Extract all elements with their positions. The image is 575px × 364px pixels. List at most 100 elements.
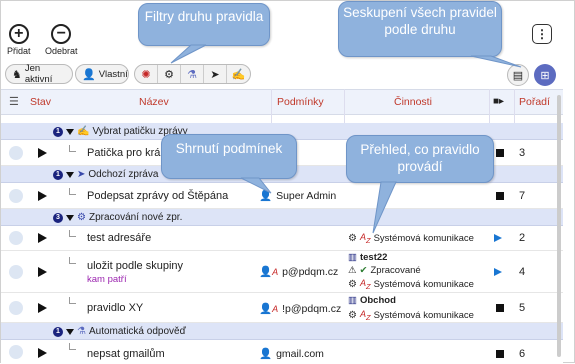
table-row[interactable]: nepsat gmailům 👤 gmail.com 6 — [1, 340, 563, 364]
tree-connector — [69, 230, 76, 237]
stop-icon[interactable] — [496, 350, 504, 358]
add-label: Přidat — [7, 46, 31, 56]
remove-label: Odebrat — [45, 46, 78, 56]
add-button[interactable]: + Přidat — [7, 24, 31, 56]
run-icon[interactable] — [38, 267, 47, 277]
stop-icon[interactable] — [496, 192, 504, 200]
filter-tools-icon[interactable]: ⚗ — [181, 65, 204, 83]
table-header: ☰ Stav Název Podmínky Činnosti ■▸ Pořadí — [1, 89, 563, 115]
filter-gears-icon[interactable]: ⚙ — [158, 65, 181, 83]
expand-icon[interactable] — [66, 128, 74, 135]
play-small-icon[interactable] — [494, 268, 502, 276]
header-state[interactable]: Stav — [30, 96, 51, 108]
run-icon[interactable] — [38, 303, 47, 313]
az-icon: AZ — [359, 278, 371, 291]
rule-name: test adresáře — [87, 232, 152, 244]
play-small-icon[interactable] — [494, 234, 502, 242]
activity-text: Obchod — [359, 295, 396, 306]
expand-icon[interactable] — [66, 171, 74, 178]
plus-icon: + — [8, 24, 29, 44]
header-name[interactable]: Název — [139, 96, 169, 108]
remove-button[interactable]: − Odebrat — [45, 24, 78, 56]
rule-name: Patička pro krá — [87, 147, 161, 159]
callout-grouping: Seskupení všech pravidel podle druhu — [338, 1, 502, 57]
expand-icon[interactable] — [66, 214, 74, 221]
activity-text: Systémová komunikace — [373, 278, 474, 290]
rule-name: uložit podle skupiny — [87, 260, 184, 272]
run-icon[interactable] — [38, 233, 47, 243]
user-az-icon: 👤 — [259, 348, 273, 360]
group-count-badge: 1 — [53, 126, 63, 137]
gear-icon: ⚙ — [348, 278, 357, 290]
table-row[interactable]: Podepsat zprávy od Štěpána 👤 Super Admin… — [1, 183, 563, 209]
callout-overview: Přehled, co pravidlo provádí — [346, 135, 494, 183]
activity-text: test22 — [359, 252, 388, 263]
tools-icon: ⚗ — [77, 326, 86, 337]
columns-icon[interactable]: ▤ — [507, 64, 529, 86]
group-count-badge: 3 — [53, 212, 63, 223]
run-icon[interactable] — [38, 148, 47, 158]
header-conditions[interactable]: Podmínky — [277, 96, 324, 108]
callout-text: Shrnutí podmínek — [175, 141, 283, 156]
group-count-badge: 1 — [53, 169, 63, 180]
activity-text: Systémová komunikace — [373, 309, 474, 321]
filter-send-icon[interactable]: ➤ — [204, 65, 227, 83]
filter-virus-icon[interactable]: ✺ — [135, 65, 158, 83]
row-checkbox[interactable] — [9, 146, 23, 160]
own-button[interactable]: 👤 Vlastní — [75, 64, 129, 84]
table-row[interactable]: test adresáře ⚙ AZ Systémová komunikace … — [1, 226, 563, 251]
callout-text: Přehled, co pravidlo provádí — [360, 142, 480, 174]
run-icon[interactable] — [38, 191, 47, 201]
group-row[interactable]: 3 ⚙ Zpracování nové zpr. — [1, 209, 563, 226]
sort-icon[interactable]: ■▸ — [493, 96, 504, 107]
header-order[interactable]: Pořadí — [519, 96, 550, 108]
callout-text: Filtry druhu pravidla — [144, 9, 264, 24]
tree-connector — [69, 257, 76, 264]
condition-text: gmail.com — [276, 347, 324, 360]
user-az-icon: 👤A — [259, 303, 279, 315]
run-icon[interactable] — [38, 348, 47, 358]
condition-text: Super Admin — [276, 189, 337, 202]
row-checkbox[interactable] — [9, 345, 23, 359]
callout-summary: Shrnutí podmínek — [161, 134, 297, 179]
gears-icon: ⚙ — [77, 212, 86, 223]
folders-icon: ▥ — [348, 295, 357, 306]
az-icon: AZ — [359, 309, 371, 322]
user-icon: 👤 — [82, 68, 96, 81]
group-row[interactable]: 1 ⚗ Automatická odpověď — [1, 323, 563, 340]
rule-name: Podepsat zprávy od Štěpána — [87, 190, 229, 202]
expand-icon[interactable] — [66, 328, 74, 335]
condition-text: p@pdqm.cz — [282, 265, 339, 278]
minus-icon: − — [51, 24, 72, 44]
row-checkbox[interactable] — [9, 231, 23, 245]
active-only-label: Jen aktivní — [24, 63, 53, 85]
rule-order: 4 — [519, 266, 526, 278]
table-row[interactable]: pravidlo XY 👤A !p@pdqm.cz ▥ Obchod ⚙ AZ … — [1, 293, 563, 323]
group-by-type-icon[interactable]: ⊞ — [534, 64, 556, 86]
tree-connector — [69, 343, 76, 350]
menu-icon[interactable]: ⋮ — [532, 24, 552, 44]
rule-type-filters: ✺ ⚙ ⚗ ➤ ✍ — [134, 64, 251, 84]
filter-sign-icon[interactable]: ✍ — [227, 65, 250, 83]
group-label: Automatická odpověď — [88, 326, 186, 337]
tree-connector — [69, 297, 76, 304]
row-checkbox[interactable] — [9, 189, 23, 203]
header-activities[interactable]: Činnosti — [394, 96, 432, 108]
stop-icon[interactable] — [496, 149, 504, 157]
group-count-badge: 1 — [53, 326, 63, 337]
condition-text: !p@pdqm.cz — [282, 302, 342, 315]
check-icon: ✔ — [359, 265, 368, 276]
tree-connector — [69, 188, 76, 195]
signature-icon: ✍ — [77, 126, 90, 137]
row-checkbox[interactable] — [9, 265, 23, 279]
row-checkbox[interactable] — [9, 301, 23, 315]
stop-icon[interactable] — [496, 304, 504, 312]
active-only-button[interactable]: ♞ Jen aktivní — [5, 63, 73, 85]
scrollbar[interactable] — [557, 95, 561, 357]
table-row[interactable]: uložit podle skupiny kam patří 👤A p@pdqm… — [1, 251, 563, 293]
horse-icon: ♞ — [12, 68, 22, 81]
rule-order: 2 — [519, 232, 526, 244]
user-az-icon: 👤A — [259, 266, 279, 278]
rule-subtext: kam patří — [87, 274, 127, 285]
select-all-icon[interactable]: ☰ — [9, 95, 19, 108]
